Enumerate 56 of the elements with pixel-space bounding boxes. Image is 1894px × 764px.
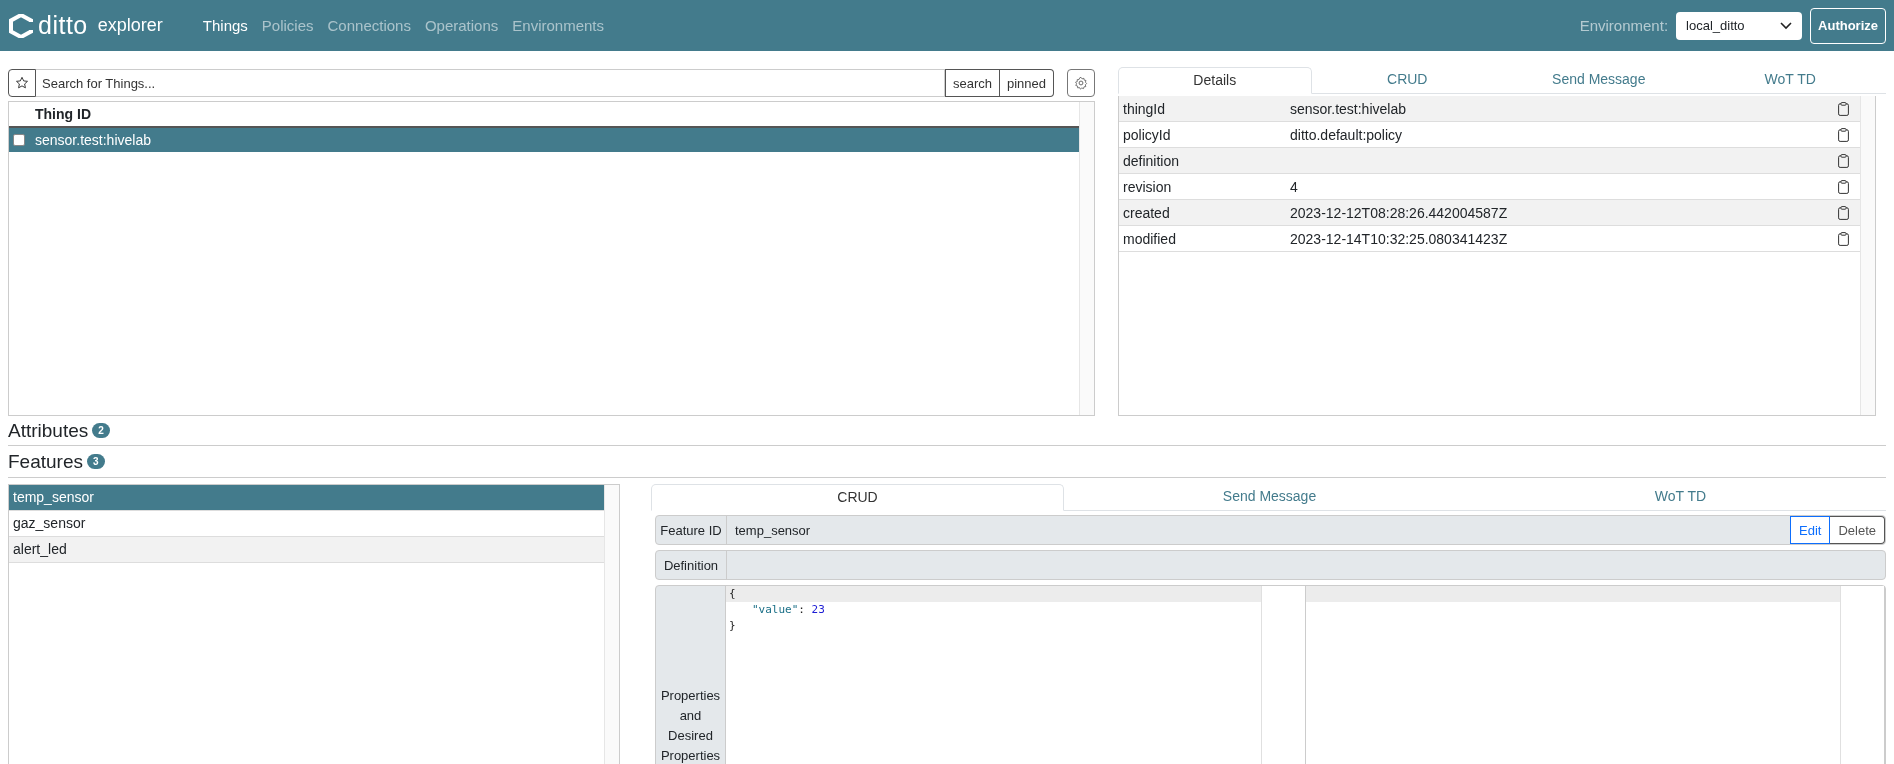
field-label: revision: [1123, 178, 1173, 195]
tab[interactable]: Details: [1118, 67, 1312, 94]
field-label: thingId: [1123, 100, 1167, 117]
code-line: "value": 23: [752, 603, 825, 616]
clipboard-icon: [1838, 231, 1849, 246]
logo-icon: [8, 13, 34, 38]
code-line: {: [729, 587, 736, 600]
field-value: 4: [1290, 178, 1299, 195]
nav-link[interactable]: Policies: [261, 17, 314, 34]
tab[interactable]: CRUD: [651, 484, 1064, 511]
nav-link[interactable]: Connections: [327, 17, 411, 34]
field-label: modified: [1123, 230, 1177, 247]
nav-link[interactable]: Things: [202, 17, 248, 34]
settings-icon: [1074, 76, 1088, 90]
star-icon: [15, 76, 29, 90]
table-row[interactable]: sensor.test:hivelab: [9, 128, 1079, 152]
clipboard-icon: [1838, 127, 1849, 142]
clipboard-icon: [1838, 101, 1849, 116]
row-checkbox[interactable]: [13, 134, 25, 146]
column-header: Thing ID: [35, 106, 91, 122]
field-label: created: [1123, 204, 1171, 221]
brand-name: ditto: [38, 11, 88, 40]
table-cell: sensor.test:hivelab: [35, 132, 151, 148]
tab[interactable]: WoT TD: [1694, 67, 1886, 93]
tab[interactable]: WoT TD: [1475, 484, 1886, 510]
clipboard-icon: [1838, 153, 1849, 168]
pinned-button[interactable]: pinned: [999, 69, 1054, 97]
tab[interactable]: CRUD: [1311, 67, 1503, 93]
field-value: 2023-12-12T08:28:26.442004587Z: [1290, 204, 1509, 221]
count-badge: 2: [92, 423, 110, 438]
clipboard-icon: [1838, 179, 1849, 194]
brand-subtitle: explorer: [97, 15, 163, 36]
section-title[interactable]: Features: [8, 450, 83, 473]
field-value: 2023-12-14T10:32:25.080341423Z: [1290, 230, 1509, 247]
feature-item[interactable]: temp_sensor: [9, 485, 604, 511]
environment-label: Environment:: [1579, 17, 1669, 34]
tab[interactable]: Send Message: [1064, 484, 1475, 510]
search-field[interactable]: Search for Things...: [36, 69, 945, 97]
field-value: ditto.default:policy: [1290, 126, 1404, 143]
count-badge: 3: [87, 454, 105, 469]
field-label: policyId: [1123, 126, 1172, 143]
field-label: definition: [1123, 152, 1181, 169]
chevron-down-icon: [1780, 21, 1793, 30]
feature-item[interactable]: alert_led: [9, 537, 604, 563]
clipboard-icon: [1838, 205, 1849, 220]
field-value: sensor.test:hivelab: [1290, 100, 1407, 117]
authorize-button[interactable]: Authorize: [1810, 7, 1886, 44]
environment-select[interactable]: local_ditto: [1676, 11, 1803, 40]
favorite-button[interactable]: [8, 69, 36, 97]
nav-link[interactable]: Operations: [424, 17, 499, 34]
settings-button[interactable]: [1067, 69, 1095, 97]
code-line: }: [729, 619, 736, 632]
search-button[interactable]: search: [944, 69, 1000, 97]
section-title[interactable]: Attributes: [8, 419, 89, 442]
tab[interactable]: Send Message: [1503, 67, 1695, 93]
nav-link[interactable]: Environments: [512, 17, 604, 34]
